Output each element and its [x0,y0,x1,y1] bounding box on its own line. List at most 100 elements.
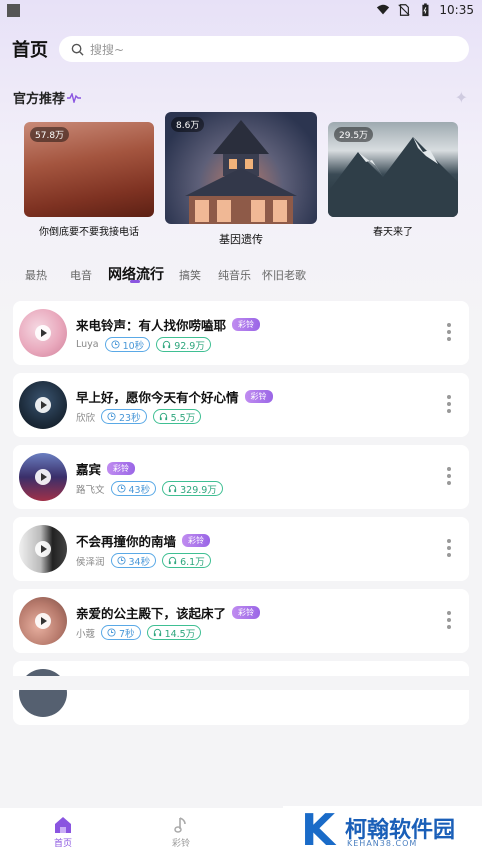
headphones-icon [163,340,171,349]
status-bar: 10:35 [0,0,482,22]
song-title: 来电铃声：有人找你唠嗑耶 [76,318,227,333]
song-artist: Luya [76,339,99,350]
song-item[interactable] [13,661,469,725]
song-plays: 14.5万 [164,628,196,640]
watermark-logo: K [301,805,336,856]
tab-funny[interactable]: 搞笑 [179,267,201,283]
battery-icon [422,3,429,17]
nav-home-label: 首页 [53,839,72,849]
song-plays: 5.5万 [170,412,196,424]
song-artist: 欣欣 [76,412,96,424]
song-cover [19,381,67,429]
clock-icon [107,628,116,637]
clock-icon [116,556,126,565]
music-note-icon [174,817,186,833]
notification-icon [7,4,20,17]
clock-icon [116,484,126,493]
song-title: 亲爱的公主殿下，该起床了 [76,606,227,621]
headphones-icon [159,412,167,421]
watermark: K 柯翰软件园 KEHAN38.COM [283,806,482,856]
song-cover [19,309,67,357]
tab-pure-music[interactable]: 纯音乐 [218,267,251,283]
play-icon[interactable] [35,325,51,341]
ringtone-badge: 彩铃 [232,606,261,619]
duration-pill: 23秒 [101,409,147,424]
featured-card-1[interactable]: 57.8万 你倒底要不要我接电话 [24,122,154,238]
more-options-icon[interactable] [447,323,451,341]
play-icon[interactable] [35,541,51,557]
list-clip [0,676,482,690]
active-tab-indicator [130,280,140,283]
featured-cover: 57.8万 [24,122,154,217]
plays-pill: 14.5万 [146,625,202,640]
song-item[interactable]: 早上好，愿你今天有个好心情 彩铃 欣欣 23秒 5.5万 [13,373,469,437]
song-plays: 6.1万 [180,556,205,568]
song-title-row: 亲爱的公主殿下，该起床了 彩铃 [76,603,261,622]
plays-pill: 329.9万 [162,481,223,496]
ringtone-badge: 彩铃 [244,390,273,403]
song-duration: 43秒 [128,484,151,496]
duration-pill: 10秒 [104,337,151,352]
song-cover [19,453,67,501]
song-title: 不会再撞你的南墙 [76,534,177,549]
top-header: 首页 搜搜~ [0,34,482,64]
duration-pill: 34秒 [110,553,157,568]
featured-caption: 春天来了 [373,227,413,238]
play-icon[interactable] [35,469,51,485]
song-item[interactable]: 亲爱的公主殿下，该起床了 彩铃 小蔻 7秒 14.5万 [13,589,469,653]
song-item[interactable]: 来电铃声：有人找你唠嗑耶 彩铃 Luya 10秒 92.9万 [13,301,469,365]
featured-cover: 8.6万 [165,112,317,224]
more-options-icon[interactable] [447,611,451,629]
headphones-icon [169,484,177,493]
more-options-icon[interactable] [447,467,451,485]
search-placeholder: 搜搜~ [90,42,125,57]
tab-oldies[interactable]: 怀旧老歌 [262,267,306,283]
song-item[interactable]: 不会再撞你的南墙 彩铃 侯泽润 34秒 6.1万 [13,517,469,581]
song-title: 早上好，愿你今天有个好心情 [76,390,239,405]
duration-pill: 7秒 [101,625,141,640]
song-item[interactable]: 嘉宾 彩铃 路飞文 43秒 329.9万 [13,445,469,509]
ringtone-badge: 彩铃 [232,318,261,331]
nav-home[interactable]: 首页 [43,816,83,849]
song-artist: 侯泽润 [76,556,105,568]
ringtone-badge: 彩铃 [182,534,211,547]
tab-hot[interactable]: 最热 [25,267,47,283]
waveform-icon [67,92,82,103]
search-input[interactable]: 搜搜~ [59,36,469,62]
play-icon[interactable] [35,613,51,629]
headphones-icon [169,556,177,565]
song-artist: 小蔻 [76,628,96,640]
song-duration: 34秒 [128,556,151,568]
song-title-row: 来电铃声：有人找你唠嗑耶 彩铃 [76,315,261,334]
song-title-row: 早上好，愿你今天有个好心情 彩铃 [76,387,273,406]
tab-electronic[interactable]: 电音 [70,267,92,283]
play-count: 57.8万 [30,127,70,142]
duration-pill: 43秒 [110,481,157,496]
song-title-row: 嘉宾 彩铃 [76,459,136,478]
plays-pill: 92.9万 [156,337,211,352]
plays-pill: 6.1万 [162,553,211,568]
page-title: 首页 [12,40,48,61]
featured-card-2[interactable]: 8.6万 基因遗传 [165,112,317,247]
featured-card-3[interactable]: 29.5万 春天来了 [328,122,458,238]
more-options-icon[interactable] [447,539,451,557]
song-duration: 10秒 [122,340,145,352]
featured-caption: 你倒底要不要我接电话 [39,227,139,238]
plays-pill: 5.5万 [152,409,202,424]
featured-caption: 基因遗传 [219,233,263,246]
wifi-icon [377,4,390,15]
play-icon[interactable] [35,397,51,413]
song-cover [19,597,67,645]
song-title-row: 不会再撞你的南墙 彩铃 [76,531,211,550]
clock-icon [111,340,120,349]
song-cover [19,525,67,573]
featured-cover: 29.5万 [328,122,458,217]
nav-ringtone-label: 彩铃 [171,839,190,849]
section-title: 官方推荐 [13,88,82,107]
headphones-icon [153,628,161,637]
play-count: 8.6万 [171,117,205,132]
nav-ringtone[interactable]: 彩铃 [161,816,201,849]
home-icon [55,817,71,833]
play-count: 29.5万 [334,127,374,142]
more-options-icon[interactable] [447,395,451,413]
